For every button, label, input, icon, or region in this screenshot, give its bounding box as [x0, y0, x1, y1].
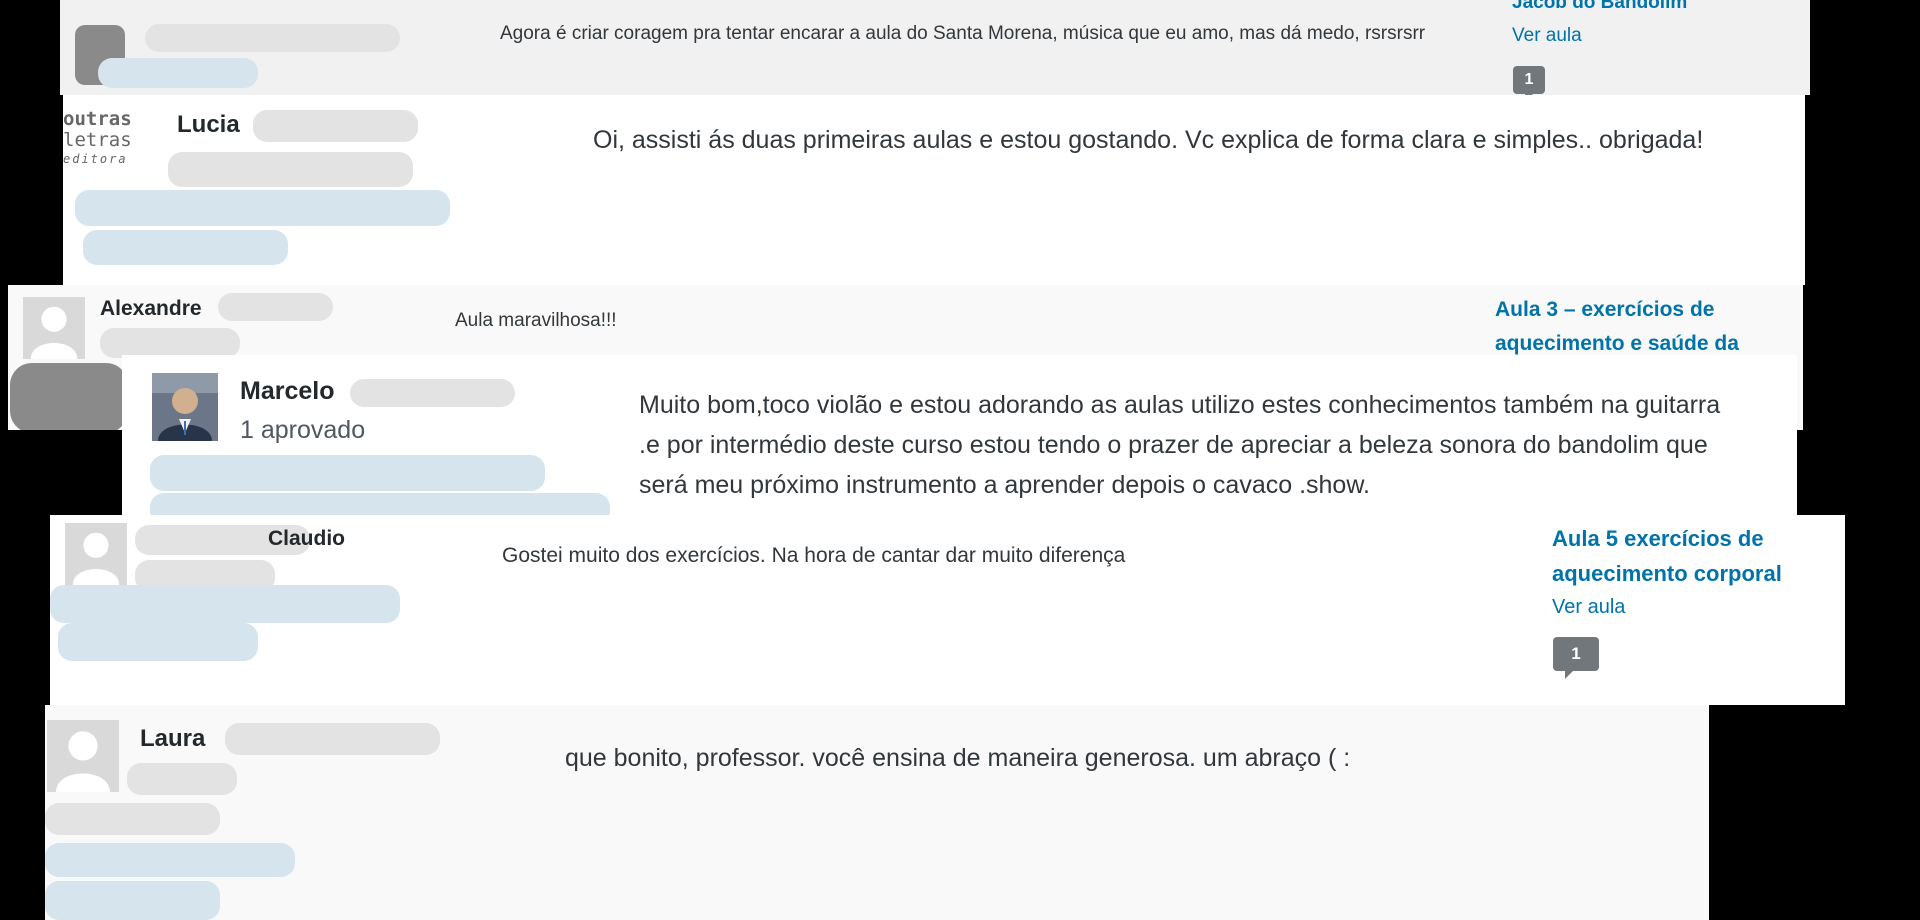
- comment-row-1: Agora é criar coragem pra tentar encarar…: [60, 0, 1810, 95]
- post-link[interactable]: Aula 5 exercícios de: [1552, 526, 1764, 552]
- comment-row-2: outras letras editora Lucia Oi, assisti …: [63, 95, 1805, 285]
- redacted-author-email: [45, 843, 295, 877]
- comment-text: que bonito, professor. você ensina de ma…: [565, 744, 1351, 772]
- comment-author[interactable]: Lucia: [177, 111, 240, 139]
- redacted-author-ip: [45, 881, 220, 920]
- user-photo-avatar: [152, 373, 218, 441]
- redacted-author-meta: [127, 763, 237, 795]
- comment-text: Oi, assisti ás duas primeiras aulas e es…: [593, 126, 1704, 154]
- comment-row-6: Laura que bonito, professor. você ensina…: [45, 705, 1709, 920]
- view-lesson-link[interactable]: Ver aula: [1552, 596, 1625, 619]
- publisher-logo: outras letras editora: [63, 109, 159, 167]
- redacted-author-email: [150, 455, 545, 491]
- redacted-author-ip: [83, 230, 288, 265]
- redacted-author-meta: [100, 328, 240, 358]
- post-link[interactable]: Aula 3 – exercícios de aquecimento e saú…: [1495, 293, 1803, 361]
- comment-row-5: Claudio Gostei muito dos exercícios. Na …: [50, 515, 1845, 705]
- comment-author[interactable]: Laura: [140, 725, 205, 753]
- avatar-placeholder-icon: [23, 297, 85, 359]
- post-link[interactable]: aquecimento corporal: [1552, 561, 1782, 587]
- redacted-author-avatar: [10, 363, 128, 430]
- post-link[interactable]: Jacob do Bandolim: [1512, 0, 1687, 14]
- comment-row-4: Marcelo 1 aprovado Muito bom,toco violão…: [122, 355, 1797, 525]
- comment-author[interactable]: Marcelo: [240, 377, 334, 406]
- redacted-author: [145, 24, 400, 52]
- redacted-author: [253, 110, 418, 142]
- logo-line: editora: [63, 152, 128, 166]
- approved-count: 1 aprovado: [240, 416, 366, 444]
- redacted-author-email: [50, 585, 400, 623]
- comment-text: Muito bom,toco violão e estou adorando a…: [639, 391, 1721, 499]
- redacted-author-meta: [168, 152, 413, 187]
- redacted-author-ip: [58, 623, 258, 661]
- redacted-author-email: [75, 190, 450, 226]
- comment-text: Aula maravilhosa!!!: [455, 310, 617, 331]
- logo-line: outras: [63, 108, 132, 130]
- logo-line: letras: [63, 129, 132, 151]
- redacted-author: [350, 379, 515, 407]
- redacted-author-meta: [45, 803, 220, 835]
- redacted-author: [218, 293, 333, 321]
- view-lesson-link[interactable]: Ver aula: [1512, 25, 1582, 47]
- comment-text: Gostei muito dos exercícios. Na hora de …: [502, 544, 1126, 567]
- comment-count-icon[interactable]: 1: [1513, 66, 1545, 95]
- avatar-placeholder-icon: [65, 523, 127, 585]
- redacted-author-meta: [98, 58, 258, 88]
- comment-text: Agora é criar coragem pra tentar encarar…: [500, 23, 1426, 44]
- comment-author[interactable]: Claudio: [268, 527, 345, 551]
- comment-author[interactable]: Alexandre: [100, 297, 202, 321]
- comment-count-icon[interactable]: 1: [1553, 637, 1599, 679]
- redacted-author: [225, 723, 440, 755]
- avatar-placeholder-icon: [47, 720, 119, 792]
